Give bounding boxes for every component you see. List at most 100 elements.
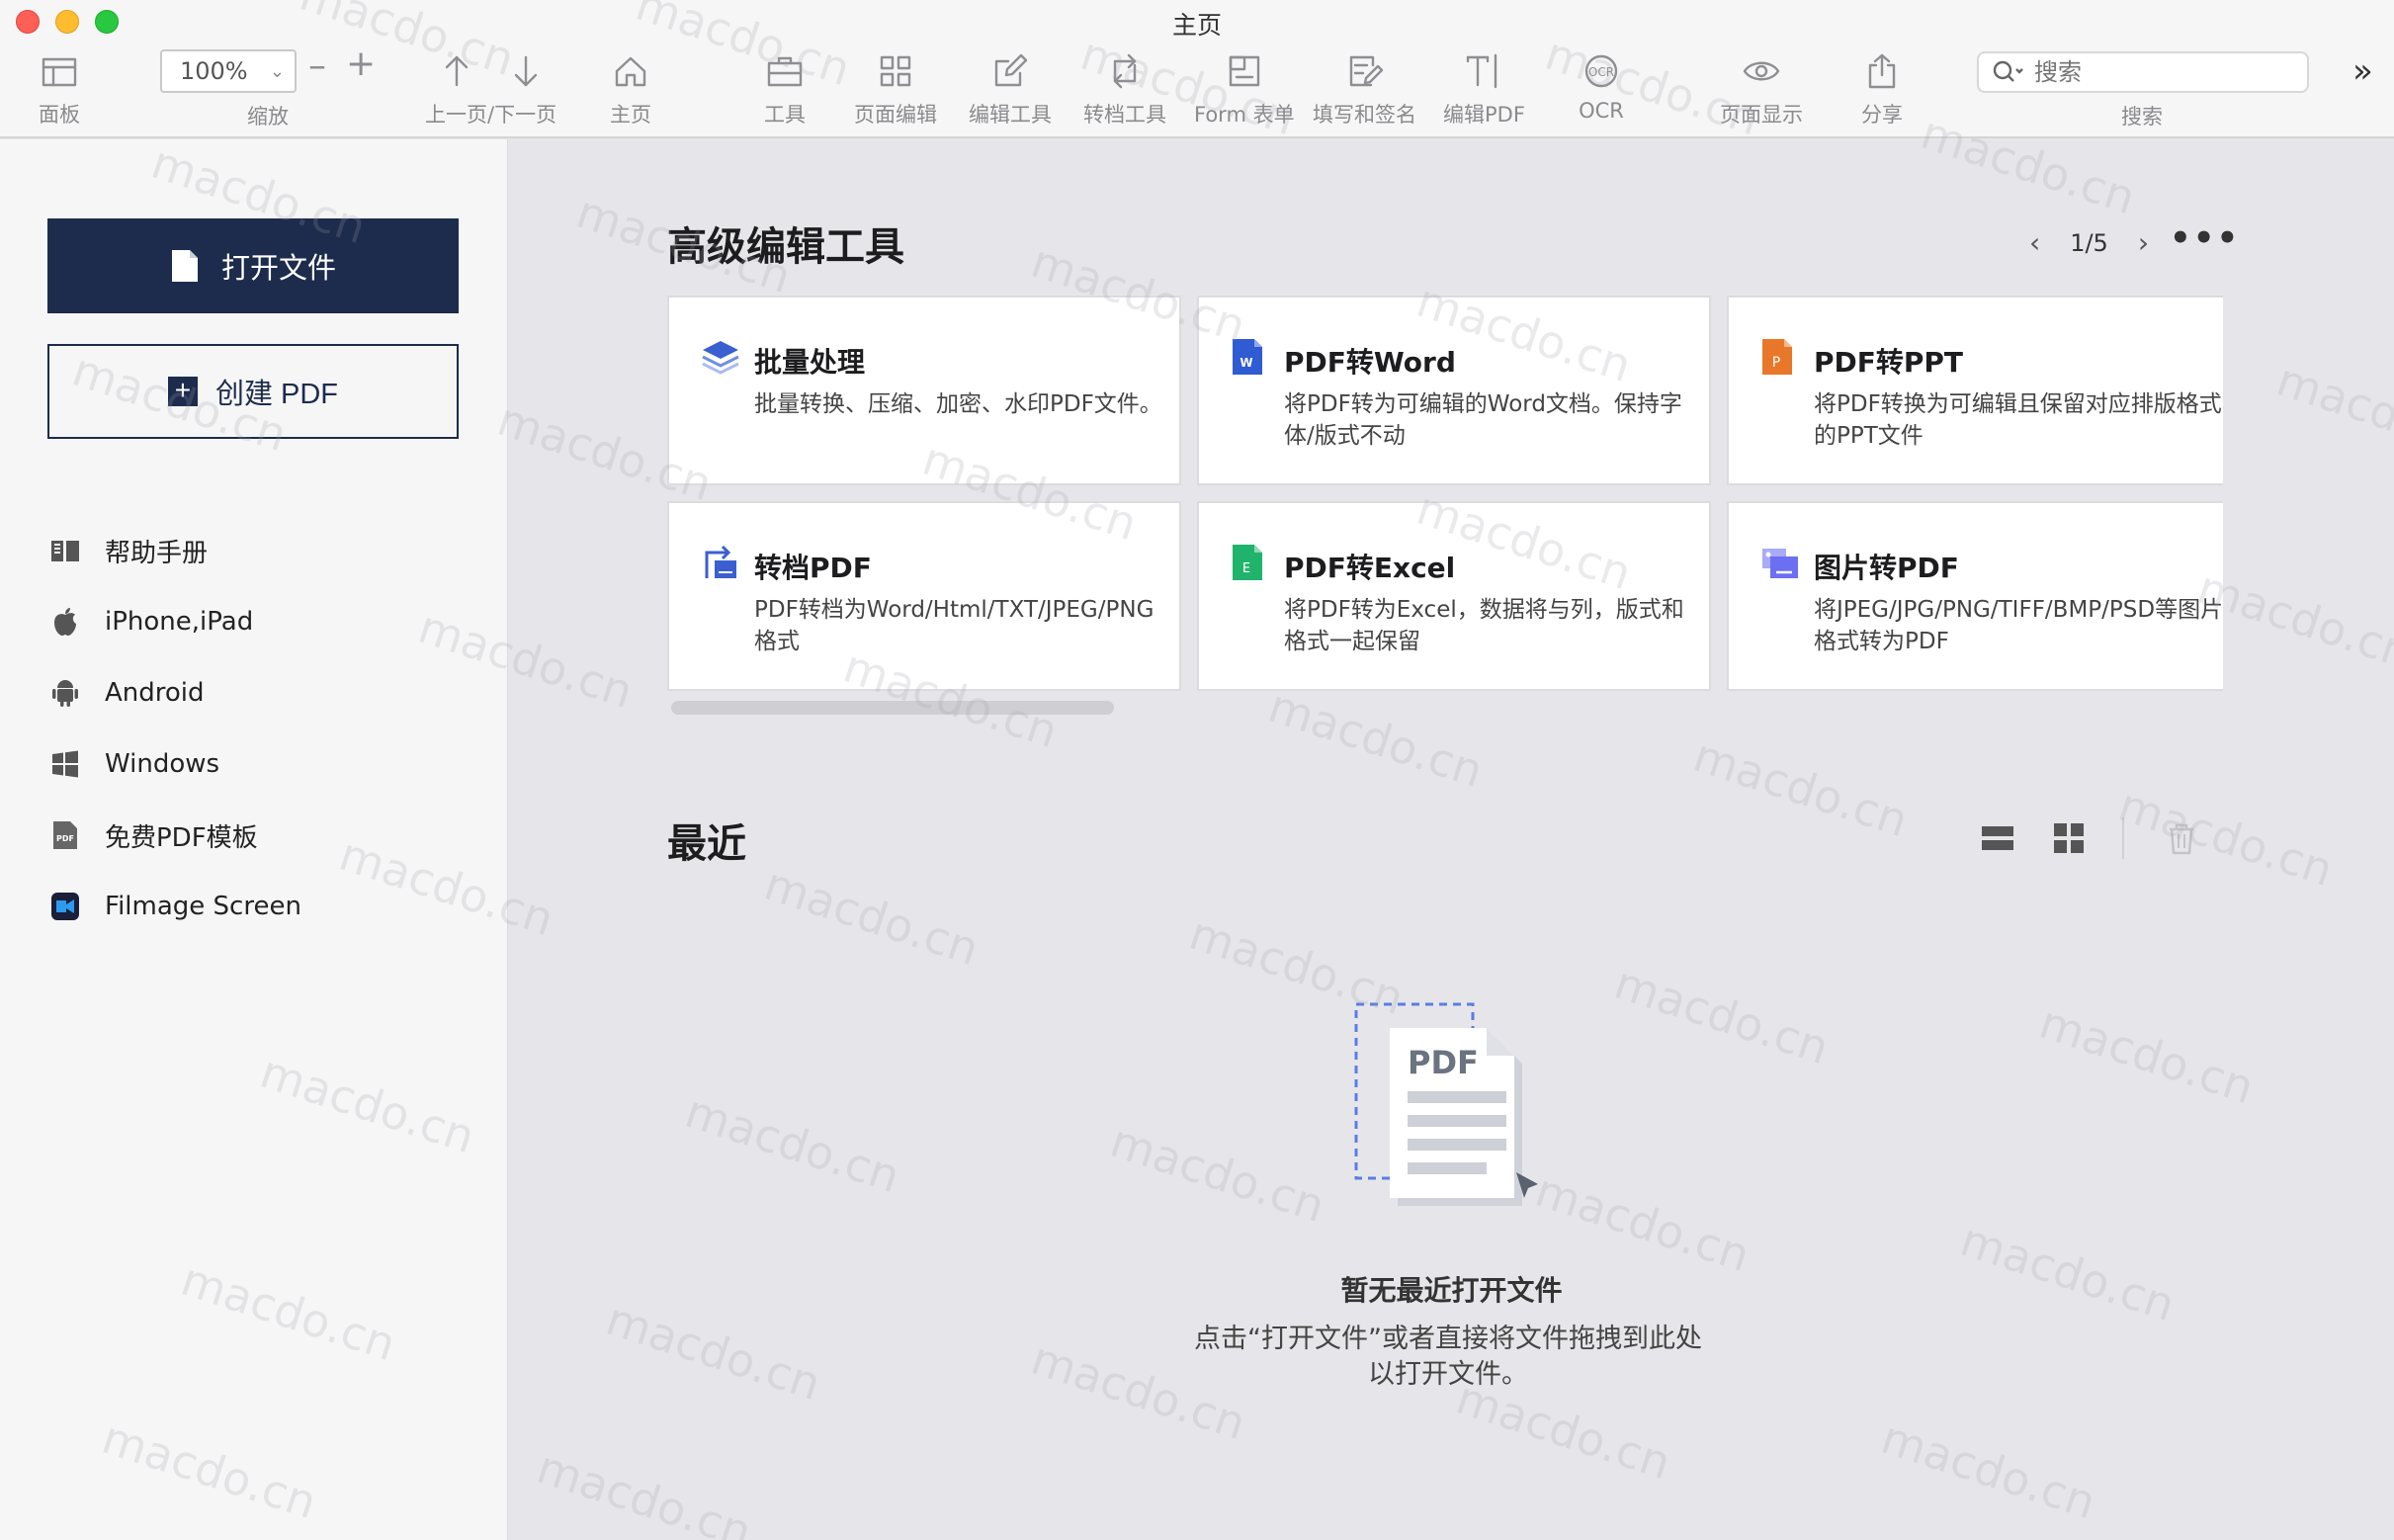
filmage-icon [49, 891, 81, 922]
file-icon [171, 250, 198, 282]
panel-button[interactable]: 面板 [36, 47, 83, 130]
svg-text:W: W [1240, 356, 1252, 370]
chevron-right-icon[interactable]: › [2138, 226, 2149, 259]
plus-icon: + [167, 377, 198, 406]
word-icon: W [1231, 337, 1270, 377]
sidebar-item-windows[interactable]: Windows [49, 728, 301, 800]
home-label: 主页 [610, 103, 651, 127]
sidebar-item-label: 免费PDF模板 [105, 822, 258, 853]
tool-card-pdf-to-excel[interactable]: E PDF转Excel 将PDF转为Excel，数据将与列，版式和格式一起保留 [1197, 501, 1711, 691]
prev-next-page-group: 上一页/下一页 [425, 47, 556, 130]
page-edit-button[interactable]: 页面编辑 [854, 47, 937, 130]
sidebar-item-label: Windows [105, 749, 220, 779]
sidebar-item-label: iPhone,iPad [105, 607, 254, 637]
card-title: PDF转Word [1284, 346, 1456, 379]
ocr-icon: OCR [1578, 47, 1625, 95]
sidebar-item-label: Android [105, 678, 205, 708]
toolbar-overflow-button[interactable]: » [2352, 51, 2373, 91]
zoom-select[interactable]: 100% ⌄ [160, 49, 297, 93]
arrow-down-icon[interactable] [502, 47, 550, 95]
fill-sign-label: 填写和签名 [1313, 103, 1416, 127]
home-icon [607, 47, 654, 95]
page-display-label: 页面显示 [1720, 103, 1803, 127]
advanced-tools-title: 高级编辑工具 [667, 224, 904, 270]
android-icon [49, 677, 81, 709]
grid-view-icon[interactable] [2051, 820, 2087, 856]
ocr-label: OCR [1579, 99, 1624, 123]
ocr-button[interactable]: OCR OCR [1578, 47, 1625, 130]
svg-text:OCR: OCR [1588, 65, 1614, 79]
home-button[interactable]: 主页 [607, 47, 654, 130]
more-options-icon[interactable]: ••• [2170, 218, 2240, 258]
edit-pdf-button[interactable]: 编辑PDF [1443, 47, 1525, 130]
trash-icon[interactable] [2164, 820, 2199, 856]
page-display-button[interactable]: 页面显示 [1720, 47, 1803, 130]
search-input[interactable] [2034, 58, 2291, 86]
search-field[interactable] [1977, 51, 2309, 93]
card-title: 转档PDF [754, 552, 872, 584]
create-pdf-button[interactable]: + 创建 PDF [47, 344, 459, 439]
form-button[interactable]: Form 表单 [1194, 47, 1295, 130]
ppt-icon: P [1760, 337, 1800, 377]
convert-tools-button[interactable]: 转档工具 [1083, 47, 1166, 130]
view-toggle [1980, 817, 2235, 859]
svg-text:E: E [1242, 561, 1250, 576]
empty-state-title: 暂无最近打开文件 [1340, 1274, 1563, 1307]
tools-button[interactable]: 工具 [761, 47, 809, 130]
chevron-left-icon[interactable]: ‹ [2029, 226, 2040, 259]
card-desc: 将PDF转为Excel，数据将与列，版式和格式一起保留 [1284, 597, 1684, 654]
chevron-down-icon: ⌄ [269, 61, 285, 82]
fill-sign-button[interactable]: 填写和签名 [1313, 47, 1416, 130]
main-content: 高级编辑工具 ‹ 1/5 › ••• 批量处理 批量转换、压缩、加密、水印PDF… [509, 139, 2394, 1540]
arrow-up-icon[interactable] [433, 47, 480, 95]
toolbox-icon [761, 47, 809, 95]
zoom-label: 缩放 [247, 105, 289, 128]
signature-icon [1341, 47, 1389, 95]
card-title: 批量处理 [754, 346, 866, 379]
sidebar-item-help[interactable]: 帮助手册 [49, 515, 301, 586]
page-indicator: 1/5 [2070, 228, 2108, 257]
list-view-icon[interactable] [1980, 820, 2015, 856]
search-label: 搜索 [2121, 105, 2163, 128]
cards-scrollbar[interactable] [671, 701, 1114, 715]
sidebar-item-android[interactable]: Android [49, 657, 301, 728]
sidebar-panel-icon [36, 47, 83, 95]
book-icon [49, 535, 81, 566]
toolbar: 主页 面板 100% ⌄ – + 缩放 上一页/下一页 主页 工具 页面编辑 编… [0, 0, 2394, 138]
tool-card-image-to-pdf[interactable]: 图片转PDF 将JPEG/JPG/PNG/TIFF/BMP/PSD等图片格式转为… [1727, 501, 2223, 691]
edit-tools-button[interactable]: 编辑工具 [969, 47, 1052, 130]
sidebar-item-filmage[interactable]: Filmage Screen [49, 871, 301, 942]
convert-icon [1101, 47, 1149, 95]
zoom-out-button[interactable]: – [308, 45, 326, 86]
edit-icon [986, 47, 1034, 95]
sidebar-links: 帮助手册 iPhone,iPad Android Windows PDF 免费P… [49, 515, 301, 942]
tool-card-convert-pdf[interactable]: 转档PDF PDF转档为Word/Html/TXT/JPEG/PNG格式 [667, 501, 1181, 691]
svg-text:PDF: PDF [56, 834, 74, 843]
prev-next-label: 上一页/下一页 [425, 103, 557, 127]
sidebar: 打开文件 + 创建 PDF 帮助手册 iPhone,iPad Android W… [0, 139, 508, 1540]
edit-tools-label: 编辑工具 [969, 103, 1052, 127]
empty-documents-illustration: PDF [1354, 1002, 1538, 1206]
create-pdf-label: 创建 PDF [214, 379, 339, 410]
sidebar-item-pdf-templates[interactable]: PDF 免费PDF模板 [49, 800, 301, 871]
empty-state-description: 点击“打开文件”或者直接将文件拖拽到此处以打开文件。 [1194, 1324, 1702, 1390]
recent-title: 最近 [667, 821, 746, 867]
sidebar-item-label: Filmage Screen [105, 892, 301, 921]
sidebar-item-iphone-ipad[interactable]: iPhone,iPad [49, 586, 301, 657]
card-desc: PDF转档为Word/Html/TXT/JPEG/PNG格式 [754, 597, 1154, 654]
tool-card-pdf-to-word[interactable]: W PDF转Word 将PDF转为可编辑的Word文档。保持字体/版式不动 [1197, 296, 1711, 485]
card-desc: 将JPEG/JPG/PNG/TIFF/BMP/PSD等图片格式转为PDF [1814, 597, 2223, 654]
svg-text:P: P [1772, 355, 1780, 371]
card-title: PDF转Excel [1284, 552, 1456, 584]
card-desc: 批量转换、压缩、加密、水印PDF文件。 [754, 391, 1162, 417]
panel-label: 面板 [39, 103, 80, 127]
tool-card-batch[interactable]: 批量处理 批量转换、压缩、加密、水印PDF文件。 [667, 296, 1181, 485]
tools-label: 工具 [764, 103, 806, 127]
share-button[interactable]: 分享 [1858, 47, 1906, 130]
tool-card-pdf-to-ppt[interactable]: P PDF转PPT 将PDF转换为可编辑且保留对应排版格式的PPT文件 [1727, 296, 2223, 485]
zoom-in-button[interactable]: + [346, 43, 376, 84]
open-file-button[interactable]: 打开文件 [47, 218, 459, 313]
edit-pdf-label: 编辑PDF [1443, 103, 1525, 127]
image-icon [1760, 543, 1800, 582]
grid-icon [872, 47, 919, 95]
